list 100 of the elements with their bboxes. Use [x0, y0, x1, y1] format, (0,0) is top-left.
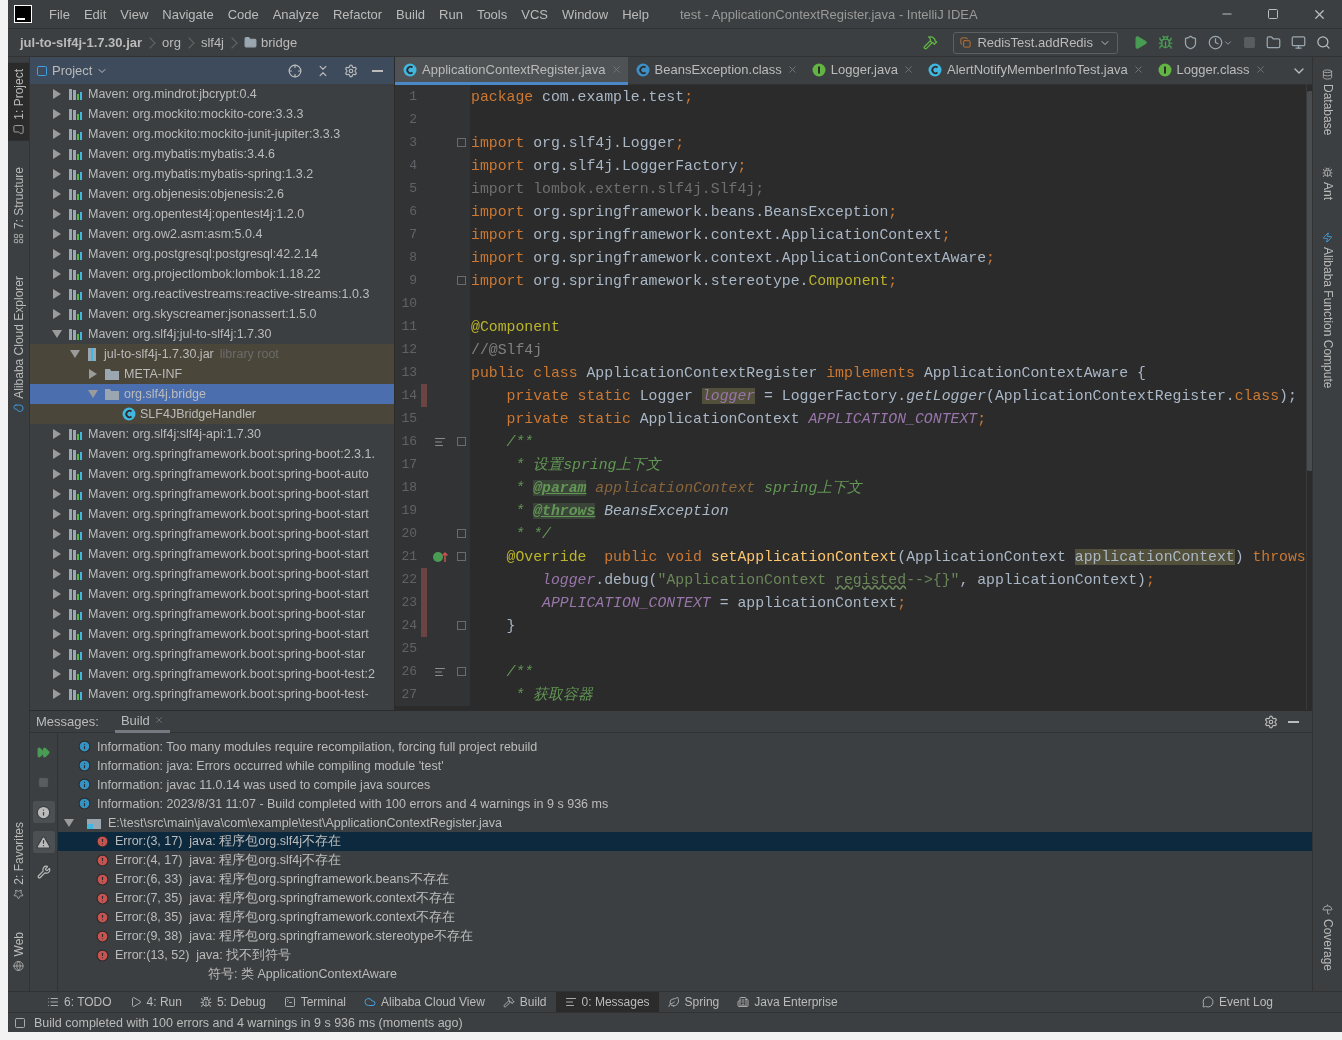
message-row[interactable]: Error:(8, 35) java: 程序包org.springframework.context不存在	[58, 908, 1312, 927]
menu-item[interactable]: Code	[220, 6, 266, 22]
tree-item[interactable]: Maven: org.mindrot:jbcrypt:0.4	[30, 84, 394, 104]
fold-icon[interactable]	[457, 529, 466, 538]
fold-icon[interactable]	[457, 621, 466, 630]
collapsed-arrow-icon[interactable]	[53, 249, 61, 259]
tree-item[interactable]: Maven: org.postgresql:postgresql:42.2.14	[30, 244, 394, 264]
message-row[interactable]: Error:(13, 52) java: 找不到符号	[58, 946, 1312, 965]
show-warnings-toggle[interactable]	[32, 831, 55, 853]
collapsed-arrow-icon[interactable]	[53, 189, 61, 199]
collapsed-arrow-icon[interactable]	[53, 529, 61, 539]
fold-icon[interactable]	[457, 552, 466, 561]
collapsed-arrow-icon[interactable]	[53, 209, 61, 219]
tree-item[interactable]: META-INF	[30, 364, 394, 384]
tree-item[interactable]: Maven: org.springframework.boot:spring-boot-auto	[30, 464, 394, 484]
message-row[interactable]: Error:(4, 17) java: 程序包org.slf4j不存在	[58, 851, 1312, 870]
tool-window-button[interactable]: 0: Messages	[555, 991, 659, 1013]
message-row[interactable]: Information: Too many modules require recompilation, forcing full project rebuild	[58, 737, 1312, 756]
tree-item[interactable]: Maven: org.mockito:mockito-junit-jupiter:3.3.3	[30, 124, 394, 144]
collapsed-arrow-icon[interactable]	[53, 589, 61, 599]
menu-item[interactable]: File	[42, 6, 77, 22]
menu-item[interactable]: VCS	[514, 6, 555, 22]
collapsed-arrow-icon[interactable]	[53, 629, 61, 639]
collapsed-arrow-icon[interactable]	[53, 429, 61, 439]
tree-item[interactable]: Maven: org.reactivestreams:reactive-streams:1.0.3	[30, 284, 394, 304]
collapsed-arrow-icon[interactable]	[53, 229, 61, 239]
collapsed-arrow-icon[interactable]	[53, 149, 61, 159]
menu-item[interactable]: Tools	[469, 6, 515, 22]
collapsed-arrow-icon[interactable]	[53, 569, 61, 579]
message-row[interactable]: Error:(6, 33) java: 程序包org.springframework.beans不存在	[58, 870, 1312, 889]
tree-item[interactable]: Maven: org.skyscreamer:jsonassert:1.5.0	[30, 304, 394, 324]
tree-item[interactable]: Maven: org.springframework.boot:spring-boot-start	[30, 544, 394, 564]
tree-item[interactable]: SLF4JBridgeHandler	[30, 404, 394, 424]
collapsed-arrow-icon[interactable]	[53, 269, 61, 279]
collapsed-arrow-icon[interactable]	[53, 469, 61, 479]
tree-item[interactable]: Maven: org.opentest4j:opentest4j:1.2.0	[30, 204, 394, 224]
menu-item[interactable]: Help	[615, 6, 656, 22]
scrollbar-thumb[interactable]	[1306, 91, 1312, 471]
collapsed-arrow-icon[interactable]	[53, 689, 61, 699]
tool-window-tab[interactable]: Alibaba Function Compute	[1318, 226, 1337, 395]
collapsed-arrow-icon[interactable]	[53, 489, 61, 499]
collapsed-arrow-icon[interactable]	[53, 649, 61, 659]
tool-window-tab[interactable]: Web	[8, 925, 29, 977]
fold-icon[interactable]	[457, 276, 466, 285]
editor-tab[interactable]: BeansException.class	[627, 57, 804, 85]
menu-item[interactable]: Analyze	[265, 6, 326, 22]
message-row[interactable]: Information: 2023/8/31 11:07 - Build completed with 100 errors and 4 warnings in 9 s 936 ms	[58, 794, 1312, 813]
run-configuration-dropdown[interactable]: RedisTest.addRedis	[953, 31, 1118, 54]
tool-window-button[interactable]: Spring	[658, 991, 729, 1013]
collapsed-arrow-icon[interactable]	[53, 509, 61, 519]
tree-item[interactable]: Maven: org.mybatis:mybatis:3.4.6	[30, 144, 394, 164]
tree-item[interactable]: Maven: org.springframework.boot:spring-boot-start	[30, 564, 394, 584]
breadcrumb-item[interactable]: bridge	[261, 35, 298, 50]
tool-window-tab[interactable]: 1: Project	[8, 63, 29, 141]
event-log-button[interactable]: Event Log	[1192, 991, 1282, 1013]
menu-item[interactable]: Window	[554, 6, 616, 22]
tool-window-tab[interactable]: Coverage	[1318, 897, 1337, 977]
tree-item[interactable]: Maven: org.mockito:mockito-core:3.3.3	[30, 104, 394, 124]
tool-window-tab[interactable]: 2: Favorites	[8, 815, 29, 906]
fold-icon[interactable]	[457, 667, 466, 676]
tool-window-tab[interactable]: Ant	[1318, 161, 1337, 207]
collapsed-arrow-icon[interactable]	[53, 609, 61, 619]
tool-window-tab[interactable]: Database	[1318, 63, 1337, 142]
collapsed-arrow-icon[interactable]	[53, 109, 61, 119]
tree-item[interactable]: Maven: org.mybatis:mybatis-spring:1.3.2	[30, 164, 394, 184]
menu-item[interactable]: Refactor	[325, 6, 390, 22]
message-row[interactable]: Error:(3, 17) java: 程序包org.slf4j不存在	[58, 832, 1312, 851]
tree-item[interactable]: Maven: org.springframework.boot:spring-boot-start	[30, 484, 394, 504]
editor-tab[interactable]: ApplicationContextRegister.java	[395, 57, 628, 85]
breadcrumb-item[interactable]: org	[162, 35, 181, 50]
tool-window-button[interactable]: Build	[493, 991, 556, 1013]
tool-window-button[interactable]: 4: Run	[120, 991, 191, 1013]
menu-item[interactable]: Build	[389, 6, 432, 22]
message-row[interactable]: Information: javac 11.0.14 was used to compile java sources	[58, 775, 1312, 794]
tree-item[interactable]: Maven: org.springframework.boot:spring-boot-start	[30, 504, 394, 524]
fold-icon[interactable]	[457, 138, 466, 147]
tree-item[interactable]: Maven: org.springframework.boot:spring-boot-start	[30, 524, 394, 544]
menu-item[interactable]: View	[113, 6, 156, 22]
tree-item[interactable]: Maven: org.ow2.asm:asm:5.0.4	[30, 224, 394, 244]
collapsed-arrow-icon[interactable]	[53, 289, 61, 299]
menu-item[interactable]: Navigate	[155, 6, 221, 22]
collapsed-arrow-icon[interactable]	[53, 169, 61, 179]
breadcrumb-item[interactable]: jul-to-slf4j-1.7.30.jar	[20, 35, 143, 50]
tree-item[interactable]: Maven: org.slf4j:slf4j-api:1.7.30	[30, 424, 394, 444]
tree-item[interactable]: Maven: org.springframework.boot:spring-boot-star	[30, 644, 394, 664]
message-row[interactable]: Information: java: Errors occurred while compiling module 'test'	[58, 756, 1312, 775]
menu-item[interactable]: Edit	[76, 6, 114, 22]
show-info-toggle[interactable]	[32, 801, 55, 823]
tree-item[interactable]: Maven: org.objenesis:objenesis:2.6	[30, 184, 394, 204]
tool-window-button[interactable]: Terminal	[274, 991, 355, 1013]
collapsed-arrow-icon[interactable]	[53, 449, 61, 459]
tool-window-tab[interactable]: Alibaba Cloud Explorer	[8, 269, 29, 420]
tree-item[interactable]: Maven: org.springframework.boot:spring-boot-start	[30, 624, 394, 644]
tool-window-button[interactable]: Alibaba Cloud View	[355, 991, 494, 1013]
tree-item[interactable]: Maven: org.springframework.boot:spring-boot-test:2	[30, 664, 394, 684]
message-row[interactable]: Error:(9, 38) java: 程序包org.springframework.stereotype不存在	[58, 927, 1312, 946]
project-view-dropdown[interactable]: Project	[36, 63, 109, 78]
collapsed-arrow-icon[interactable]	[53, 669, 61, 679]
tree-item[interactable]: Maven: org.springframework.boot:spring-boot-test-	[30, 684, 394, 704]
tree-item[interactable]: Maven: org.springframework.boot:spring-boot-start	[30, 584, 394, 604]
